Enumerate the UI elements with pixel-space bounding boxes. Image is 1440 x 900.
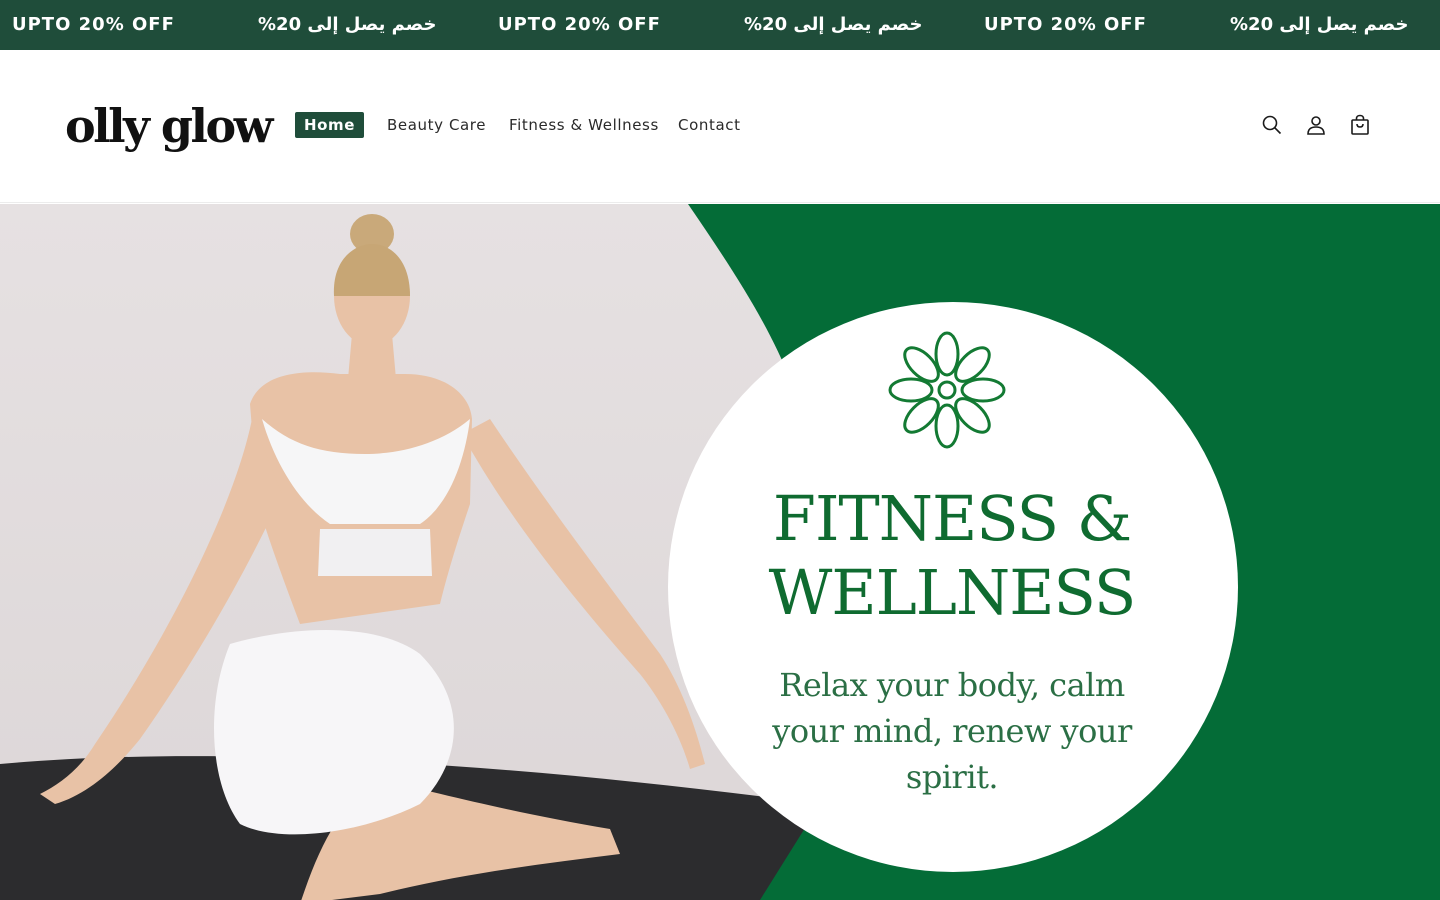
announcement-item-en: UPTO 20% OFF <box>498 14 661 35</box>
hero-title-line-2: WELLNESS <box>768 556 1137 629</box>
hero-banner[interactable]: FITNESS & WELLNESS Relax your body, calm… <box>0 204 1440 900</box>
lotus-emblem-icon <box>888 331 1006 449</box>
site-header: olly glow Home Beauty Care Fitness & Wel… <box>0 50 1440 203</box>
announcement-bar: UPTO 20% OFF خصم يصل إلى 20% UPTO 20% OF… <box>0 0 1440 50</box>
hero-title: FITNESS & WELLNESS <box>700 482 1204 630</box>
account-icon[interactable] <box>1304 113 1328 137</box>
site-logo[interactable]: olly glow <box>65 100 273 152</box>
announcement-item-ar: خصم يصل إلى 20% <box>744 14 923 35</box>
search-icon[interactable] <box>1260 113 1284 137</box>
cart-icon[interactable] <box>1348 113 1372 137</box>
nav-item-fitness-wellness[interactable]: Fitness & Wellness <box>509 112 659 138</box>
announcement-item-en: UPTO 20% OFF <box>12 14 175 35</box>
hero-title-line-1: FITNESS & <box>772 482 1132 555</box>
announcement-item-ar: خصم يصل إلى 20% <box>258 14 437 35</box>
hero-subtitle: Relax your body, calm your mind, renew y… <box>772 666 1132 796</box>
announcement-item-en: UPTO 20% OFF <box>984 14 1147 35</box>
nav-item-home[interactable]: Home <box>295 112 365 138</box>
announcement-item-ar: خصم يصل إلى 20% <box>1230 14 1409 35</box>
nav-item-contact[interactable]: Contact <box>678 112 741 138</box>
nav-item-beauty-care[interactable]: Beauty Care <box>387 112 486 138</box>
